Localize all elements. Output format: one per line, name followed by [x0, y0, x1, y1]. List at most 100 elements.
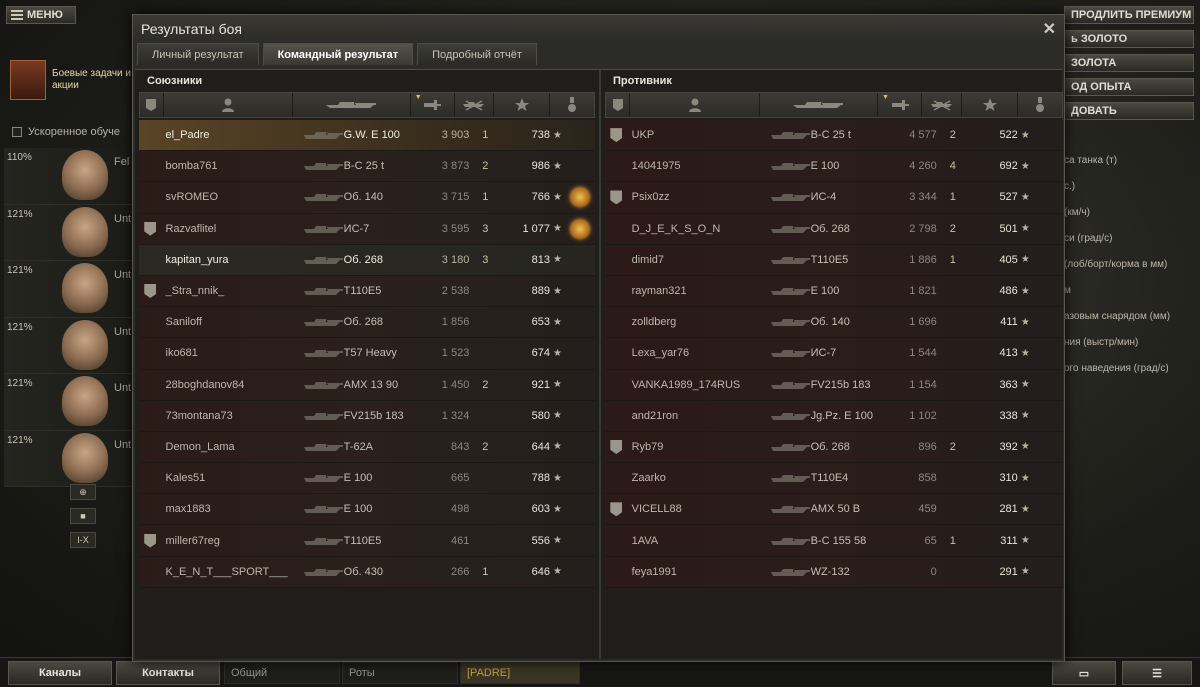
- chat-icon[interactable]: ▭: [1052, 661, 1116, 685]
- chat-tab-common[interactable]: Общий: [224, 662, 340, 684]
- kills-column-icon[interactable]: [455, 93, 495, 117]
- chat-tab-companies[interactable]: Роты: [342, 662, 458, 684]
- accelerated-training[interactable]: Ускоренное обуче: [12, 126, 120, 138]
- player-name[interactable]: VICELL88: [628, 503, 770, 515]
- player-name[interactable]: 28boghdanov84: [162, 379, 303, 391]
- player-row[interactable]: miller67reg T110E5 461 556 ★: [139, 525, 595, 557]
- player-name[interactable]: Lexa_yar76: [628, 347, 770, 359]
- player-row[interactable]: VICELL88 AMX 50 B 459 281 ★: [605, 494, 1063, 526]
- player-row[interactable]: K_E_N_T___SPORT___ Об. 430 266 1 646 ★: [139, 556, 595, 588]
- crew-member[interactable]: 121% Unt: [4, 204, 134, 261]
- player-name[interactable]: K_E_N_T___SPORT___: [162, 566, 303, 578]
- player-name[interactable]: 73montana73: [162, 410, 303, 422]
- player-name[interactable]: 1AVA: [628, 535, 770, 547]
- player-row[interactable]: UKP B-C 25 t 4 577 2 522 ★: [605, 120, 1063, 152]
- player-name[interactable]: dimid7: [628, 254, 770, 266]
- player-name[interactable]: Demon_Lama: [162, 441, 303, 453]
- vehicle-column-icon[interactable]: [293, 93, 411, 117]
- player-name[interactable]: iko681: [162, 347, 303, 359]
- player-name[interactable]: Psix0zz: [628, 191, 770, 203]
- player-name[interactable]: max1883: [162, 503, 303, 515]
- vehicle-column-icon[interactable]: [760, 93, 878, 117]
- channels-button[interactable]: Каналы: [8, 661, 112, 685]
- player-row[interactable]: Lexa_yar76 ИС-7 1 544 413 ★: [605, 338, 1063, 370]
- player-row[interactable]: 1AVA B-C 155 58 65 1 311 ★: [605, 525, 1063, 557]
- tasks-widget[interactable]: Боевые задачи и акции: [10, 60, 132, 100]
- close-icon[interactable]: ✕: [1043, 19, 1056, 39]
- player-row[interactable]: svROMEO Об. 140 3 715 1 766 ★: [139, 182, 595, 214]
- player-row[interactable]: Ryb79 Об. 268 896 2 392 ★: [605, 431, 1063, 464]
- player-row[interactable]: VANKA1989_174RUS FV215b 183 1 154 363 ★: [605, 369, 1063, 401]
- player-row[interactable]: 28boghdanov84 AMX 13 90 1 450 2 921 ★: [139, 369, 595, 401]
- player-column-icon[interactable]: [164, 93, 294, 117]
- menu-button[interactable]: МЕНЮ: [6, 6, 76, 24]
- player-name[interactable]: bomba761: [162, 160, 303, 172]
- player-name[interactable]: Saniloff: [162, 316, 303, 328]
- contacts-button[interactable]: Контакты: [116, 661, 220, 685]
- tier-filter[interactable]: ■: [70, 508, 96, 524]
- player-name[interactable]: Razvaflitel: [162, 223, 303, 235]
- player-row[interactable]: max1883 E 100 498 603 ★: [139, 494, 595, 526]
- accelerated-training-checkbox[interactable]: [12, 127, 22, 137]
- damage-column-icon[interactable]: ▼: [878, 93, 922, 117]
- player-row[interactable]: zolldberg Об. 140 1 696 411 ★: [605, 307, 1063, 339]
- chat-tab-squad[interactable]: [PADRE]: [460, 662, 580, 684]
- player-name[interactable]: zolldberg: [628, 316, 770, 328]
- crew-member[interactable]: 121% Unt: [4, 317, 134, 374]
- medal-icon[interactable]: [569, 218, 590, 239]
- research-button[interactable]: ДОВАТЬ: [1064, 102, 1194, 120]
- player-row[interactable]: Saniloff Об. 268 1 856 653 ★: [139, 307, 595, 339]
- convert-xp-button[interactable]: ОД ОПЫТА: [1064, 78, 1194, 96]
- medals-column-icon[interactable]: [1018, 93, 1062, 117]
- player-row[interactable]: Kales51 E 100 665 788 ★: [139, 463, 595, 495]
- tab-personal[interactable]: Личный результат: [137, 43, 259, 65]
- player-row[interactable]: dimid7 T110E5 1 886 1 405 ★: [605, 244, 1063, 276]
- player-name[interactable]: Zaarko: [628, 472, 770, 484]
- xp-column-icon[interactable]: [494, 93, 551, 117]
- buy-gold-button[interactable]: ь ЗОЛОТО: [1064, 30, 1194, 48]
- player-row[interactable]: Razvaflitel ИС-7 3 595 3 1 077 ★: [139, 213, 595, 245]
- player-row[interactable]: and21ron Jg.Pz. E 100 1 102 338 ★: [605, 400, 1063, 432]
- player-row[interactable]: rayman321 E 100 1 821 486 ★: [605, 275, 1063, 308]
- crew-member[interactable]: 121% Unt: [4, 374, 134, 431]
- damage-column-icon[interactable]: ▼: [411, 93, 455, 117]
- player-row[interactable]: 73montana73 FV215b 183 1 324 580 ★: [139, 400, 595, 432]
- tab-team[interactable]: Командный результат: [262, 43, 414, 65]
- player-row[interactable]: el_Padre G.W. E 100 3 903 1 738 ★: [139, 120, 595, 152]
- level-filter[interactable]: I-X: [70, 532, 96, 548]
- player-name[interactable]: UKP: [628, 129, 770, 141]
- player-name[interactable]: svROMEO: [162, 191, 303, 203]
- tab-detailed[interactable]: Подробный отчёт: [417, 43, 537, 65]
- player-name[interactable]: miller67reg: [162, 535, 303, 547]
- crew-member[interactable]: 110% Fel: [4, 148, 134, 205]
- kills-column-icon[interactable]: [922, 93, 962, 117]
- player-row[interactable]: Demon_Lama T-62A 843 2 644 ★: [139, 431, 595, 464]
- player-name[interactable]: and21ron: [628, 410, 770, 422]
- extend-premium-button[interactable]: ПРОДЛИТЬ ПРЕМИУМ: [1064, 6, 1194, 24]
- crew-member[interactable]: 121% Unt: [4, 261, 134, 318]
- player-row[interactable]: iko681 T57 Heavy 1 523 674 ★: [139, 338, 595, 370]
- player-name[interactable]: kapitan_yura: [162, 254, 303, 266]
- medal-icon[interactable]: [569, 187, 590, 208]
- player-row[interactable]: _Stra_nnik_ T110E5 2 538 889 ★: [139, 275, 595, 308]
- player-name[interactable]: _Stra_nnik_: [162, 285, 303, 297]
- player-name[interactable]: Ryb79: [628, 441, 770, 453]
- player-name[interactable]: feya1991: [628, 566, 770, 578]
- globe-filter-icon[interactable]: ⊕: [70, 484, 96, 500]
- platoon-column-icon[interactable]: [606, 93, 630, 117]
- player-name[interactable]: el_Padre: [162, 129, 303, 141]
- medals-column-icon[interactable]: [550, 93, 594, 117]
- exchange-gold-button[interactable]: ЗОЛОТА: [1064, 54, 1194, 72]
- player-row[interactable]: 14041975 E 100 4 260 4 692 ★: [605, 151, 1063, 183]
- player-row[interactable]: kapitan_yura Об. 268 3 180 3 813 ★: [139, 244, 595, 276]
- notifications-icon[interactable]: ☰: [1122, 661, 1192, 685]
- player-row[interactable]: bomba761 B-C 25 t 3 873 2 986 ★: [139, 151, 595, 183]
- player-name[interactable]: Kales51: [162, 472, 303, 484]
- player-name[interactable]: 14041975: [628, 160, 770, 172]
- player-name[interactable]: VANKA1989_174RUS: [628, 379, 770, 391]
- player-row[interactable]: Zaarko T110E4 858 310 ★: [605, 463, 1063, 495]
- player-name[interactable]: rayman321: [628, 285, 770, 297]
- player-row[interactable]: feya1991 WZ-132 0 291 ★: [605, 556, 1063, 588]
- player-column-icon[interactable]: [630, 93, 760, 117]
- player-row[interactable]: D_J_E_K_S_O_N Об. 268 2 798 2 501 ★: [605, 213, 1063, 245]
